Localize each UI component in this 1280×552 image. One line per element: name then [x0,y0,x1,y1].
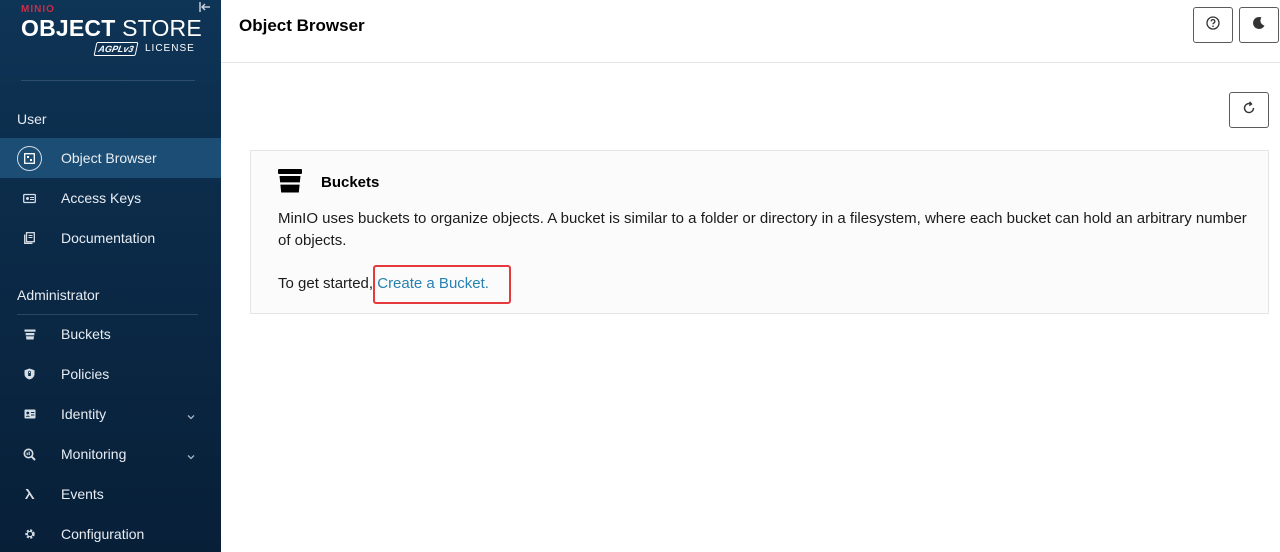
dark-mode-button[interactable] [1239,7,1279,43]
gear-icon [17,522,42,547]
chevron-down-icon[interactable] [186,449,196,460]
lambda-icon [17,482,42,507]
page-header: Object Browser [221,0,1280,63]
shield-icon [17,362,42,387]
sidebar-item-buckets[interactable]: Buckets [0,314,221,354]
sidebar-item-label: Configuration [61,526,145,542]
sidebar-item-label: Identity [61,406,107,422]
help-button[interactable] [1193,7,1233,43]
sidebar-item-identity[interactable]: Identity [0,394,221,434]
bucket-icon [277,168,303,194]
sidebar-item-label: Documentation [61,230,156,246]
section-label-administrator: Administrator [17,287,100,303]
sidebar-item-label: Access Keys [61,190,142,206]
logo-license: LICENSE [145,43,195,54]
refresh-icon [1242,100,1256,120]
get-started-prefix: To get started, [278,275,378,292]
sidebar-item-policies[interactable]: Policies [0,354,221,394]
help-icon [1206,15,1220,35]
card-description: MinIO uses buckets to organize objects. … [278,210,1247,249]
logo-divider [21,80,195,81]
agpl-badge: AGPLv3 [93,42,139,56]
card-title: Buckets [321,174,380,191]
logo-title: OBJECT STORE [21,15,202,41]
object-browser-icon [17,145,42,171]
sidebar-item-label: Policies [61,366,110,382]
highlight-box [373,265,511,304]
monitoring-icon [17,442,42,467]
chevron-down-icon[interactable] [186,409,196,420]
sidebar: MINIO OBJECT STORE AGPLv3 LICENSE User O… [0,0,221,552]
page-title: Object Browser [239,16,365,35]
logo-title-bold: OBJECT [21,15,116,41]
refresh-button[interactable] [1229,92,1269,128]
sidebar-item-events[interactable]: Events [0,474,221,514]
sidebar-item-object-browser[interactable]: Object Browser [0,138,221,178]
sidebar-item-label: Buckets [61,326,111,342]
sidebar-item-label: Object Browser [61,150,157,166]
sidebar-item-label: Events [61,486,104,502]
documentation-icon [17,226,42,251]
sidebar-item-monitoring[interactable]: Monitoring [0,434,221,474]
sidebar-item-documentation[interactable]: Documentation [0,218,221,258]
minio-logo: MINIO OBJECT STORE AGPLv3 LICENSE [21,4,202,64]
sidebar-item-label: Monitoring [61,446,127,462]
logo-title-light: STORE [115,15,202,41]
key-icon [17,186,42,211]
moon-icon [1252,16,1266,35]
section-label-user: User [17,111,47,127]
identity-icon [17,402,42,427]
bucket-icon [17,322,42,347]
sidebar-item-configuration[interactable]: Configuration [0,514,221,552]
sidebar-item-access-keys[interactable]: Access Keys [0,178,221,218]
